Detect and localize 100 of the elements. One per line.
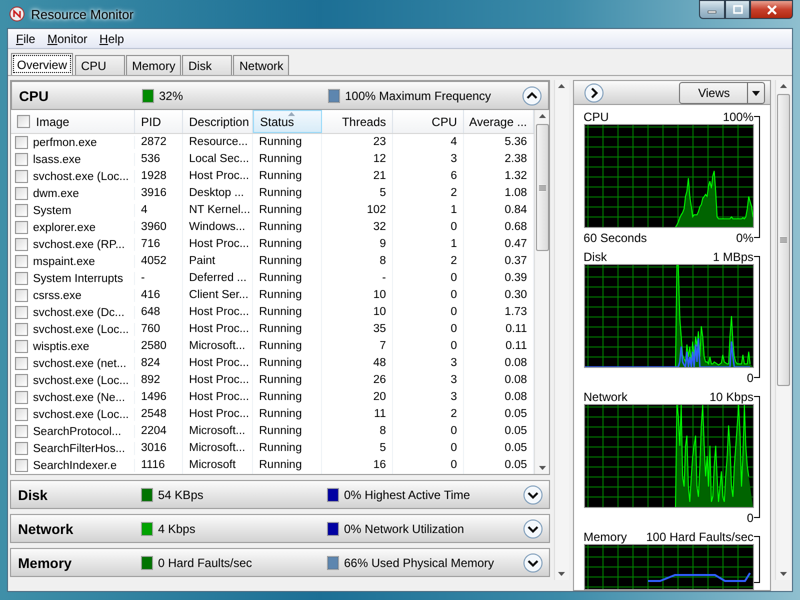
menu-item[interactable]: Monitor — [43, 32, 92, 46]
scrollbar[interactable] — [775, 80, 790, 580]
menu-item[interactable]: Help — [95, 32, 128, 46]
table-cell: 102 — [322, 202, 393, 219]
column-header[interactable]: Image — [11, 110, 135, 133]
table-cell: 9 — [322, 236, 393, 253]
close-button[interactable] — [750, 0, 793, 19]
checkbox[interactable] — [15, 170, 28, 183]
table-cell: svchost.exe (Loc... — [33, 374, 129, 386]
tab[interactable]: Memory — [126, 55, 182, 75]
grip-icon — [780, 237, 788, 243]
table-cell: Running — [253, 219, 322, 236]
scrollbar[interactable] — [534, 110, 549, 474]
tab[interactable]: Disk — [182, 55, 232, 75]
section-title: Network — [18, 520, 74, 536]
column-header[interactable]: Threads — [322, 110, 393, 133]
table-cell: 0 — [393, 219, 464, 236]
checkbox[interactable] — [15, 306, 28, 319]
column-header[interactable]: Status — [253, 110, 322, 133]
table-cell: Running — [253, 321, 322, 338]
tab[interactable]: Overview — [11, 53, 74, 75]
checkbox[interactable] — [15, 289, 28, 302]
close-icon — [766, 4, 778, 14]
table-cell: svchost.exe (RP... — [33, 238, 125, 250]
graph-scale: 1 MBps — [712, 250, 754, 264]
scroll-down-arrow-icon[interactable] — [538, 466, 546, 470]
checkbox[interactable] — [15, 136, 28, 149]
checkbox[interactable] — [15, 374, 28, 387]
scroll-down-arrow-icon[interactable] — [780, 572, 787, 576]
section-title: CPU — [19, 88, 50, 104]
views-button[interactable]: Views — [679, 82, 766, 104]
checkbox[interactable] — [15, 238, 28, 251]
checkbox[interactable] — [15, 391, 28, 404]
checkbox[interactable] — [15, 459, 28, 472]
graph-scale: 100 Hard Faults/sec — [646, 530, 754, 544]
table-cell: 4 — [135, 202, 183, 219]
graph-title: Network — [584, 390, 628, 404]
table-cell: Running — [253, 423, 322, 440]
table-cell: 3916 — [135, 185, 183, 202]
tab[interactable]: Network — [233, 55, 290, 75]
table-cell: 5 — [322, 440, 393, 457]
checkbox[interactable] — [15, 323, 28, 336]
checkbox[interactable] — [17, 115, 30, 128]
table-cell: svchost.exe (Loc... — [33, 408, 129, 420]
expand-button[interactable] — [523, 484, 543, 504]
checkbox[interactable] — [15, 187, 28, 200]
table-cell: Running — [253, 134, 322, 151]
column-header[interactable]: CPU — [393, 110, 464, 133]
app-icon — [9, 6, 25, 22]
table-cell: Running — [253, 287, 322, 304]
tab[interactable]: CPU — [75, 55, 126, 75]
menu-item[interactable]: File — [12, 32, 40, 46]
table-cell: NT Kernel... — [183, 202, 253, 219]
table-cell: 4052 — [135, 253, 183, 270]
table-cell: lsass.exe — [33, 154, 81, 166]
table-cell: Running — [253, 236, 322, 253]
expand-button[interactable] — [523, 518, 543, 538]
scroll-up-arrow-icon[interactable] — [558, 84, 566, 88]
expand-button[interactable] — [523, 552, 543, 572]
table-cell: Running — [253, 270, 322, 287]
checkbox[interactable] — [15, 425, 28, 438]
table-cell: 35 — [322, 321, 393, 338]
scroll-down-arrow-icon[interactable] — [558, 572, 566, 576]
graph-scale: 100% — [722, 110, 754, 124]
column-header[interactable]: PID — [135, 110, 183, 133]
table-cell: 416 — [135, 287, 183, 304]
stat-text: 0% Network Utilization — [344, 522, 464, 536]
table-cell: 3016 — [135, 440, 183, 457]
stat-text: 0% Highest Active Time — [344, 488, 470, 502]
table-cell: 20 — [322, 389, 393, 406]
table-cell: Host Proc... — [183, 168, 253, 185]
scrollbar[interactable] — [554, 80, 569, 580]
collapse-button[interactable] — [522, 86, 542, 106]
table-cell: Running — [253, 185, 322, 202]
table-cell: - — [135, 270, 183, 287]
checkbox[interactable] — [15, 272, 28, 285]
checkbox[interactable] — [15, 340, 28, 353]
checkbox[interactable] — [15, 221, 28, 234]
scroll-up-arrow-icon[interactable] — [538, 114, 546, 118]
checkbox[interactable] — [15, 255, 28, 268]
checkbox[interactable] — [15, 204, 28, 217]
expand-button[interactable] — [584, 82, 604, 102]
table-cell: Running — [253, 304, 322, 321]
minimize-button[interactable] — [699, 0, 725, 19]
section-title: Memory — [18, 554, 73, 570]
checkbox[interactable] — [15, 442, 28, 455]
table-cell: 0 — [393, 338, 464, 355]
table-cell: 12 — [322, 151, 393, 168]
table-cell: svchost.exe (Dc... — [33, 306, 124, 318]
column-header[interactable]: Description — [183, 110, 253, 133]
maximize-button[interactable] — [725, 0, 750, 19]
scroll-up-arrow-icon[interactable] — [780, 84, 787, 88]
checkbox[interactable] — [15, 153, 28, 166]
checkbox[interactable] — [15, 357, 28, 370]
checkbox[interactable] — [15, 408, 28, 421]
graph-minimum: 0 — [746, 510, 754, 524]
table-cell: - — [322, 270, 393, 287]
table-cell: 2580 — [135, 338, 183, 355]
column-header[interactable]: Average ... — [464, 110, 534, 133]
table-cell: 3 — [393, 372, 464, 389]
